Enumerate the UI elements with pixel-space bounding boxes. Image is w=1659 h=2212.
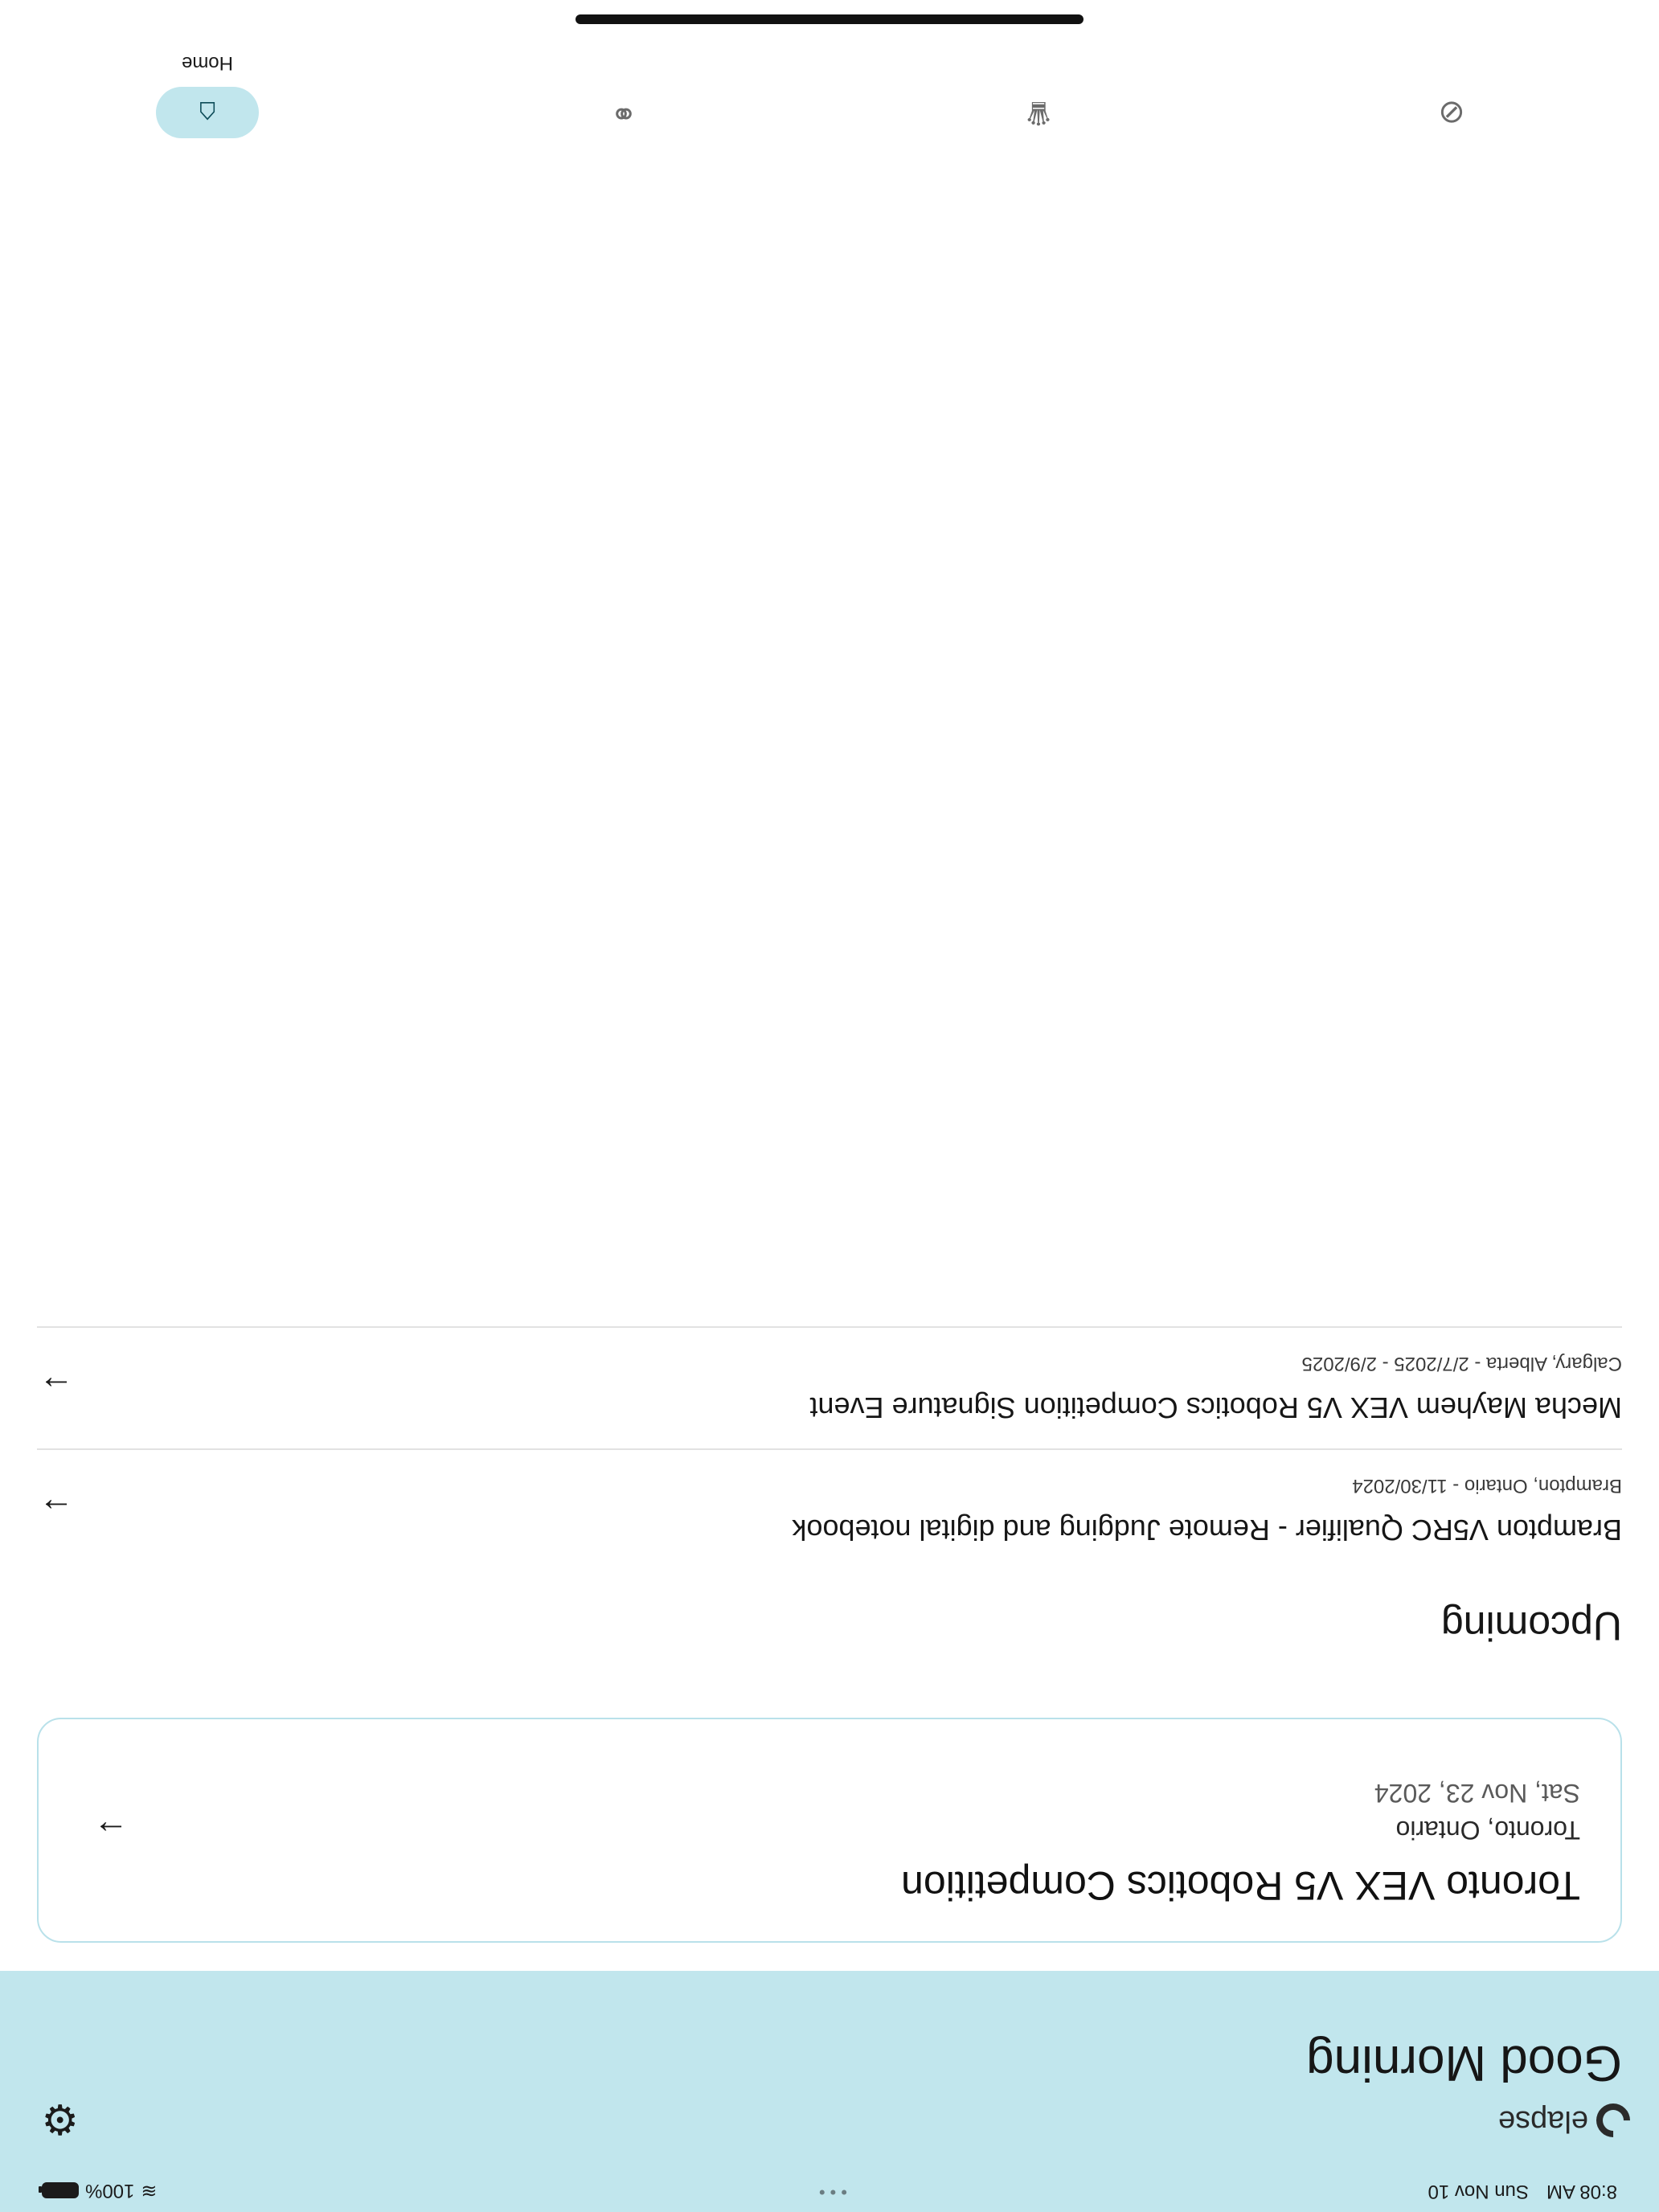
featured-event-card[interactable]: Toronto VEX V5 Robotics Competition Toro… — [37, 1718, 1622, 1943]
event-meta: Calgary, Alberta - 2/7/2025 - 2/9/2025 — [1301, 1353, 1622, 1374]
wifi-icon: ≋ — [141, 2180, 158, 2202]
nav-item-home[interactable]: ⌂ Home — [111, 10, 304, 154]
event-title: Brampton V5RC Qualifier - Remote Judging… — [792, 1514, 1622, 1546]
nav-label-home: Home — [181, 52, 234, 74]
status-bar: 8:08 AM Sun Nov 10 ••• ≋ 100% — [0, 2172, 1659, 2212]
featured-event-location: Toronto, Ontario — [1395, 1816, 1580, 1845]
settings-gear-icon[interactable]: ⚙ — [37, 2095, 79, 2142]
nav-item-groups[interactable]: ⚭ — [527, 10, 720, 154]
home-indicator[interactable] — [576, 14, 1083, 24]
nav-item-compass[interactable]: ⊘ — [1355, 10, 1548, 154]
featured-event-date: Sat, Nov 23, 2024 — [1374, 1779, 1580, 1808]
main-panel — [0, 0, 1659, 1971]
brand-name: elapse — [1498, 2104, 1588, 2138]
nav-item-trophy[interactable]: ♛ — [942, 10, 1135, 154]
brand-row: elapse ⚙ — [29, 2083, 1637, 2148]
elapse-logo-icon — [1589, 2096, 1637, 2145]
event-meta: Brampton, Ontario - 11/30/2024 — [1352, 1475, 1622, 1497]
status-date: Sun Nov 10 — [1428, 2181, 1529, 2202]
featured-event-title: Toronto VEX V5 Robotics Competition — [901, 1863, 1580, 1908]
status-left: 8:08 AM Sun Nov 10 — [1428, 2180, 1617, 2202]
upcoming-event-row[interactable]: Brampton V5RC Qualifier - Remote Judging… — [37, 1448, 1622, 1569]
battery-percent: 100% — [85, 2180, 135, 2202]
compass-icon[interactable]: ⊘ — [1400, 87, 1503, 138]
home-icon[interactable]: ⌂ — [156, 87, 259, 138]
event-title: Mecha Mayhem VEX V5 Robotics Competition… — [809, 1391, 1623, 1424]
upcoming-section-title: Upcoming — [1440, 1604, 1622, 1649]
trophy-icon[interactable]: ♛ — [987, 87, 1090, 138]
upcoming-event-row[interactable]: Mecha Mayhem VEX V5 Robotics Competition… — [37, 1326, 1622, 1447]
greeting-title: Good Morning — [1306, 2035, 1622, 2091]
app-screen: 8:08 AM Sun Nov 10 ••• ≋ 100% elapse ⚙ G… — [0, 0, 1659, 2212]
brand-logo-group: elapse — [1498, 2096, 1637, 2145]
groups-icon[interactable]: ⚭ — [572, 87, 675, 138]
battery-icon — [42, 2182, 79, 2199]
arrow-right-icon[interactable]: → — [92, 1813, 130, 1852]
arrow-right-icon[interactable]: → — [37, 1368, 76, 1407]
multitask-dots[interactable]: ••• — [814, 2181, 847, 2202]
status-right: ≋ 100% — [42, 2179, 158, 2202]
arrow-right-icon[interactable]: → — [37, 1490, 76, 1530]
status-time: 8:08 AM — [1546, 2181, 1617, 2202]
header-background: 8:08 AM Sun Nov 10 ••• ≋ 100% elapse ⚙ G… — [0, 1971, 1659, 2212]
